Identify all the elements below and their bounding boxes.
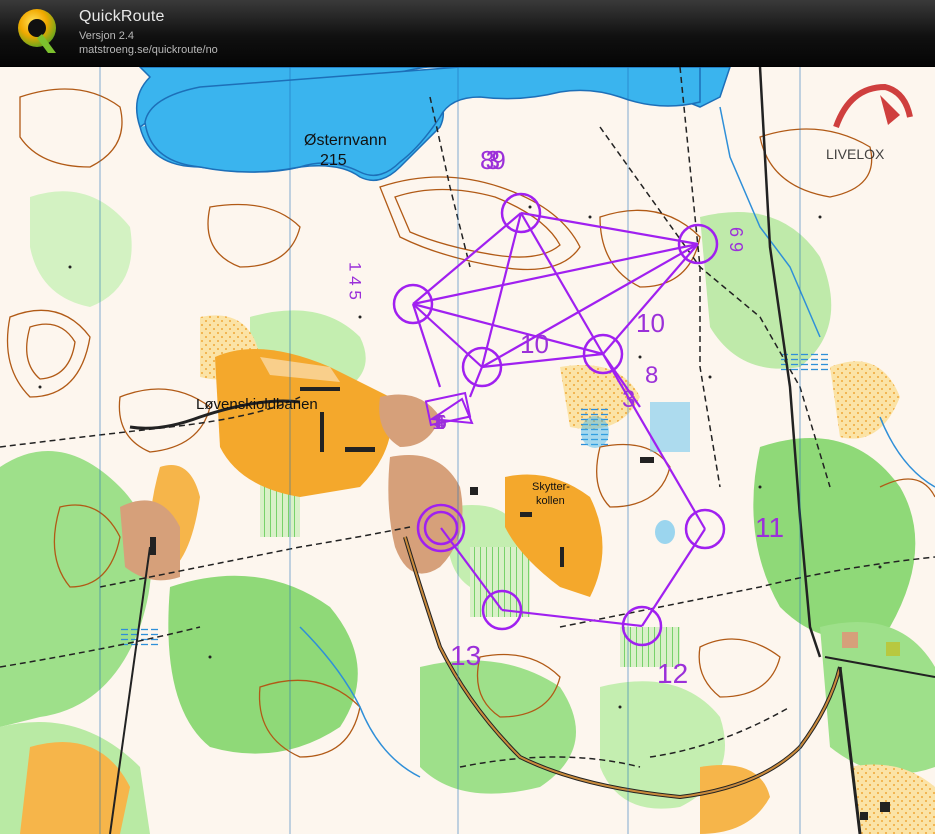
label-10-center: 10: [520, 329, 549, 359]
label-3: 3: [622, 386, 635, 413]
app-version: Versjon 2.4: [79, 30, 135, 42]
field-name: Løvenskioldbanen: [196, 396, 318, 413]
label-11: 11: [755, 512, 784, 543]
label-12: 12: [657, 658, 688, 689]
label-left-cluster: 1 4 5: [346, 262, 365, 300]
quickroute-logo-icon: [18, 9, 56, 53]
hill-name-2: kollen: [536, 495, 565, 507]
lake-name: Østernvann: [304, 132, 387, 149]
label-13: 13: [450, 640, 481, 671]
orienteering-map[interactable]: Østernvann 215 Løvenskioldbanen Skytter-…: [0, 67, 935, 834]
label-right-cluster: 6 9: [726, 227, 746, 252]
label-8: 8: [645, 362, 658, 389]
hill-name-1: Skytter-: [532, 481, 570, 493]
lake-height: 215: [320, 152, 347, 169]
livelox-text: LIVELOX: [826, 146, 885, 162]
app-url-link[interactable]: matstroeng.se/quickroute/no: [79, 44, 218, 56]
label-10-right: 10: [636, 308, 665, 338]
app-title: QuickRoute: [79, 8, 165, 25]
app-header: QuickRoute Versjon 2.4 matstroeng.se/qui…: [0, 0, 935, 67]
